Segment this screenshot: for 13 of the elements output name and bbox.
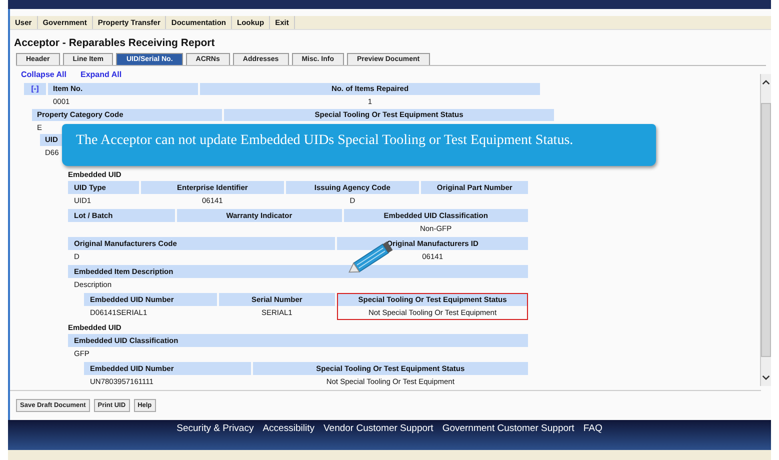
footer-link[interactable]: Vendor Customer Support xyxy=(323,423,434,450)
footer-link[interactable]: Security & Privacy xyxy=(176,423,254,450)
link[interactable]: Collapse All xyxy=(21,70,66,79)
scrollbar-thumb[interactable] xyxy=(761,103,771,357)
scroll-down-icon[interactable] xyxy=(762,375,770,380)
scrollbar[interactable] xyxy=(760,74,771,386)
callout-bubble: The Acceptor can not update Embedded UIDs Special Tooling or Test Equipment Status. xyxy=(62,124,656,166)
link[interactable]: Expand All xyxy=(80,70,122,79)
page-title: Acceptor - Reparables Receiving Report xyxy=(14,37,216,49)
footer-link[interactable]: Accessibility xyxy=(262,423,314,450)
scroll-up-icon[interactable] xyxy=(762,80,770,85)
footer-link[interactable]: Government Customer Support xyxy=(442,423,574,450)
footer-link[interactable]: FAQ xyxy=(583,423,602,450)
